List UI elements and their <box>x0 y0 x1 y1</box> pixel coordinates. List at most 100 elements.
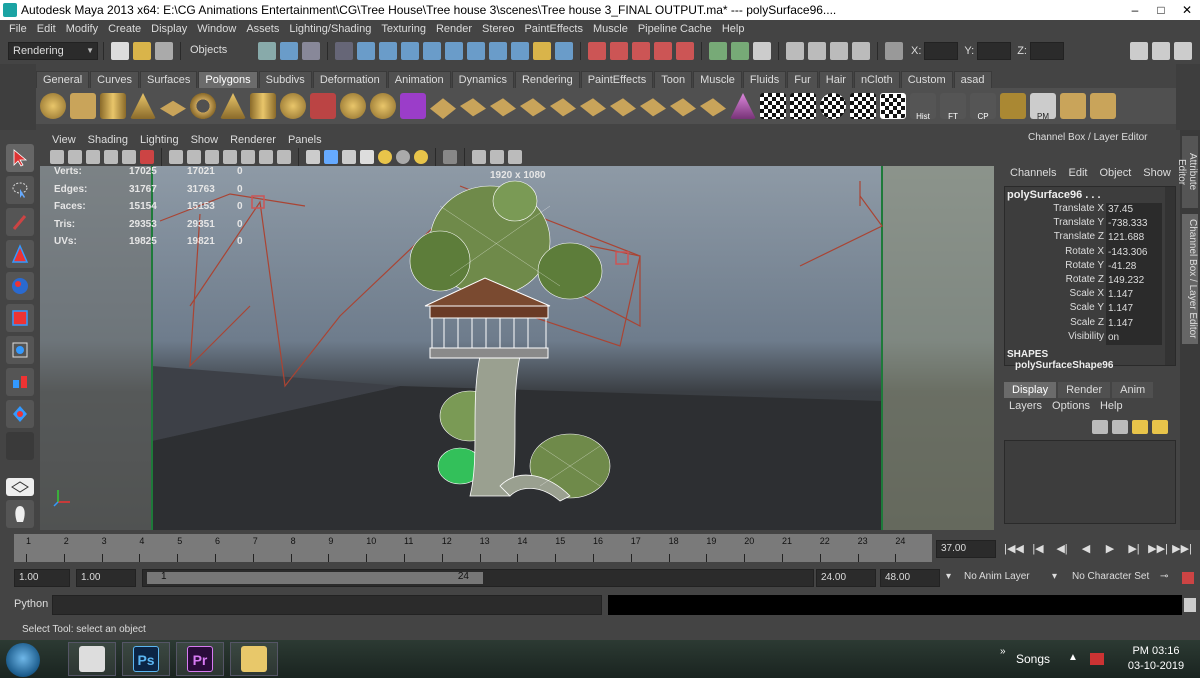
select-handle-icon[interactable] <box>357 42 375 60</box>
layout-quick-icon[interactable] <box>6 478 34 496</box>
output-ops-icon[interactable] <box>731 42 749 60</box>
channel-value[interactable]: 1.147 <box>1106 302 1162 317</box>
action-center-flag-icon[interactable] <box>1090 653 1104 665</box>
shelf-tab-custom[interactable]: Custom <box>900 71 953 88</box>
channel-value[interactable]: 149.232 <box>1106 273 1162 289</box>
poly-triangulate-icon[interactable] <box>670 98 696 117</box>
move-tool-icon[interactable] <box>6 240 34 268</box>
channel-box-toggle-icon[interactable] <box>1174 42 1192 60</box>
open-scene-icon[interactable] <box>133 42 151 60</box>
shelf-tab-muscle[interactable]: Muscle <box>693 71 742 88</box>
channel-value[interactable]: 37.45 <box>1106 203 1162 218</box>
checker-map-icon[interactable] <box>760 93 786 119</box>
poly-bevel-icon[interactable] <box>580 98 606 117</box>
center-pivot-icon[interactable]: CP <box>970 93 996 121</box>
use-all-lights-icon[interactable] <box>378 150 392 164</box>
poly-pipe-icon[interactable] <box>250 93 276 119</box>
panel-menu-lighting[interactable]: Lighting <box>134 134 185 146</box>
step-forward-key-button[interactable]: ▶| <box>1122 540 1146 558</box>
menu-painteffects[interactable]: PaintEffects <box>519 23 588 35</box>
channel-value[interactable]: -143.306 <box>1106 245 1162 260</box>
poly-merge-icon[interactable] <box>610 98 636 117</box>
menu-render[interactable]: Render <box>431 23 477 35</box>
channel-row[interactable]: Scale Y 1.147 <box>1005 302 1175 317</box>
select-rendering-icon[interactable] <box>489 42 507 60</box>
panel-menu-view[interactable]: View <box>46 134 82 146</box>
poly-collapse-icon[interactable] <box>640 98 666 117</box>
menuset-dropdown[interactable]: Rendering ▼ <box>8 42 98 60</box>
poly-cone-pink-icon[interactable] <box>730 93 756 119</box>
xray-icon[interactable] <box>472 150 486 164</box>
shelf-tab-animation[interactable]: Animation <box>387 71 451 88</box>
film-gate-icon[interactable] <box>187 150 201 164</box>
channel-menu-show[interactable]: Show <box>1137 167 1177 179</box>
wireframe-icon[interactable] <box>306 150 320 164</box>
checker-planar-icon[interactable] <box>850 93 876 119</box>
shelf-tab-toon[interactable]: Toon <box>654 71 693 88</box>
panel-menu-renderer[interactable]: Renderer <box>224 134 282 146</box>
menu-texturing[interactable]: Texturing <box>376 23 431 35</box>
shape-node-name[interactable]: polySurfaceShape96 <box>1005 360 1175 371</box>
checker-uv-icon[interactable] <box>790 93 816 119</box>
character-set-dropdown[interactable]: No Character Set <box>1072 571 1149 582</box>
lock-selection-icon[interactable] <box>533 42 551 60</box>
select-tool-icon[interactable] <box>6 144 34 172</box>
panel-menu-panels[interactable]: Panels <box>282 134 328 146</box>
shelf-tab-painteffects[interactable]: PaintEffects <box>580 71 654 88</box>
scale-tool-icon[interactable] <box>6 304 34 332</box>
menu-stereo[interactable]: Stereo <box>477 23 519 35</box>
new-layer-icon[interactable] <box>1132 420 1148 434</box>
isolate-select-icon[interactable] <box>443 150 457 164</box>
show-hidden-icons-icon[interactable]: ▲ <box>1068 652 1078 663</box>
tab-attribute-editor[interactable]: Attribute Editor <box>1176 136 1198 208</box>
anim-layer-dropdown[interactable]: No Anim Layer <box>964 571 1030 582</box>
shelf-tab-polygons[interactable]: Polygons <box>198 71 258 88</box>
checker-sphere-icon[interactable] <box>820 93 846 119</box>
channel-row[interactable]: Scale X 1.147 <box>1005 288 1175 303</box>
snap-point-icon[interactable] <box>632 42 650 60</box>
playback-start-field[interactable]: 1.00 <box>76 569 136 587</box>
layer-list[interactable] <box>1004 440 1176 524</box>
safe-action-icon[interactable] <box>259 150 273 164</box>
layer-tab-display[interactable]: Display <box>1004 382 1057 398</box>
construction-history-icon[interactable] <box>753 42 771 60</box>
pivot-tool-icon[interactable] <box>1000 93 1026 119</box>
channel-value[interactable]: 121.688 <box>1106 231 1162 246</box>
image-plane-icon[interactable] <box>104 150 118 164</box>
freeze-transform-icon[interactable]: FT <box>940 93 966 121</box>
wireframe-on-shaded-icon[interactable] <box>342 150 356 164</box>
poly-append-icon[interactable] <box>520 98 546 117</box>
gate-mask-icon[interactable] <box>223 150 237 164</box>
y-field[interactable] <box>977 42 1012 60</box>
attribute-editor-toggle-icon[interactable] <box>1130 42 1148 60</box>
xray-joints-icon[interactable] <box>490 150 504 164</box>
render-view-icon[interactable] <box>786 42 804 60</box>
camera-attributes-icon[interactable] <box>68 150 82 164</box>
uv-unfold-icon[interactable] <box>1090 93 1116 119</box>
layer-menu-layers[interactable]: Layers <box>1004 400 1047 416</box>
step-back-frame-button[interactable]: |◀ <box>1026 540 1050 558</box>
input-line-icon[interactable] <box>885 42 903 60</box>
shelf-right-handle[interactable] <box>1176 64 1200 130</box>
poly-split-icon[interactable] <box>550 98 576 117</box>
smooth-shade-icon[interactable] <box>324 150 338 164</box>
select-dynamic-icon[interactable] <box>467 42 485 60</box>
taskbar-app-maya[interactable] <box>68 642 116 676</box>
poly-separate-icon[interactable] <box>370 93 396 119</box>
poly-cone-icon[interactable] <box>130 93 156 119</box>
close-button[interactable]: ✕ <box>1174 0 1200 20</box>
time-slider[interactable]: 1 2 3 4 5 6 7 8 9 10 11 12 13 14 15 16 17 18 19 20 21 22 23 24 <box>14 534 932 562</box>
shelf-tab-hair[interactable]: Hair <box>818 71 853 88</box>
taskbar-app-explorer[interactable] <box>230 642 278 676</box>
show-manipulator-icon[interactable] <box>6 400 34 428</box>
range-slider-handle[interactable]: 1 24 <box>147 571 483 584</box>
select-misc-icon[interactable] <box>511 42 529 60</box>
play-forwards-button[interactable]: ▶ <box>1098 540 1122 558</box>
channel-value[interactable]: -41.28 <box>1106 259 1162 274</box>
save-scene-icon[interactable] <box>155 42 173 60</box>
channel-value[interactable]: on <box>1106 330 1162 345</box>
chevron-down-icon[interactable]: ▾ <box>946 571 951 582</box>
command-language-label[interactable]: Python <box>14 598 48 610</box>
script-editor-icon[interactable] <box>1184 598 1196 612</box>
menu-modify[interactable]: Modify <box>61 23 103 35</box>
